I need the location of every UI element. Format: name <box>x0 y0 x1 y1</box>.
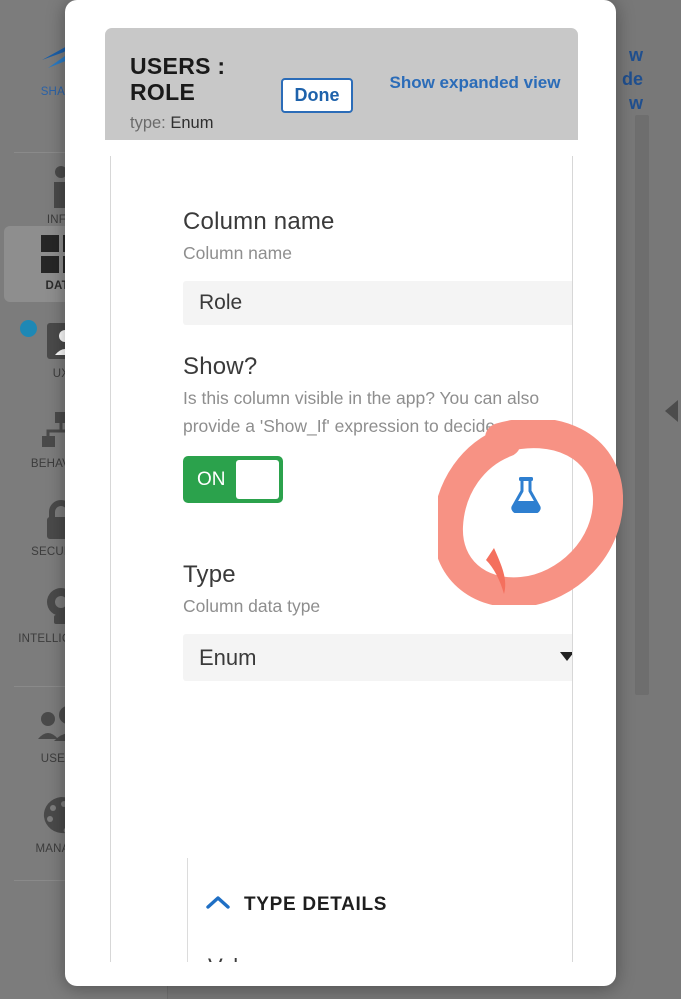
field-type: Type Column data type Enum <box>183 561 572 681</box>
done-button[interactable]: Done <box>281 78 353 113</box>
type-details-panel: TYPE DETAILS Values <box>187 858 572 962</box>
flask-icon <box>505 474 547 516</box>
modal-type-value: Enum <box>170 114 214 132</box>
screen-root: SHARE INFO DATA UX BEHAVIOR SECURITY INT… <box>0 0 681 999</box>
type-select[interactable]: Enum <box>183 634 572 681</box>
chevron-up-icon <box>206 895 230 915</box>
background-scrollbar[interactable] <box>635 115 649 695</box>
field-column-name: Column name Column name <box>183 208 572 325</box>
type-label: Type <box>183 561 236 588</box>
modal-body: Column name Column name Show? Is this co… <box>110 156 573 962</box>
show-toggle-knob <box>236 460 279 499</box>
bg-fragment-3: w <box>628 93 643 113</box>
bg-fragment-2: de <box>621 69 643 89</box>
show-toggle[interactable]: ON <box>183 456 283 503</box>
show-toggle-state: ON <box>197 469 226 490</box>
modal-header: USERS : ROLE type: Enum Done Show expande… <box>105 28 578 140</box>
type-select-value: Enum <box>199 645 257 670</box>
show-expanded-view-link[interactable]: Show expanded view <box>385 72 565 94</box>
modal-type-prefix: type: <box>130 114 171 132</box>
values-label: Values <box>188 916 572 962</box>
column-name-help: Column name <box>183 243 292 263</box>
bg-fragment-1: w <box>628 45 643 65</box>
column-name-input[interactable] <box>183 281 572 325</box>
type-details-header[interactable]: TYPE DETAILS <box>188 858 572 916</box>
type-help: Column data type <box>183 596 321 616</box>
modal-title: USERS : ROLE <box>130 53 226 105</box>
collapse-panel-arrow-icon[interactable] <box>665 400 678 422</box>
show-label: Show? <box>183 353 258 380</box>
type-details-label: TYPE DETAILS <box>244 894 388 915</box>
chevron-down-icon <box>560 652 572 661</box>
modal-type-line: type: Enum <box>130 114 213 133</box>
show-help: Is this column visible in the app? You c… <box>183 388 540 436</box>
column-name-label: Column name <box>183 208 335 235</box>
